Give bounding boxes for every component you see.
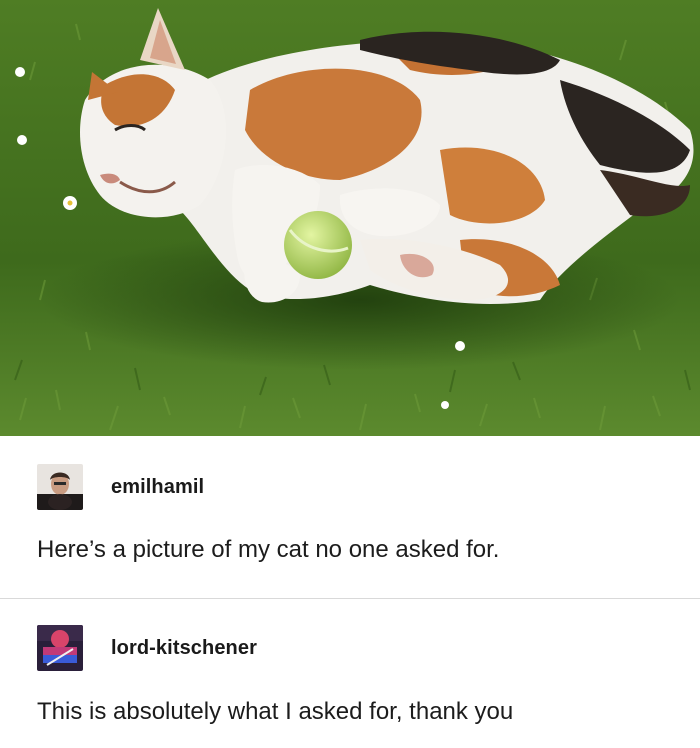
post-lord-kitschener: lord-kitschener This is absolutely what … (0, 599, 700, 748)
cartoon-avatar-icon[interactable] (37, 625, 83, 671)
cat-photo (0, 0, 700, 436)
post-author: emilhamil (37, 464, 204, 510)
username[interactable]: emilhamil (111, 476, 204, 499)
post-text: This is absolutely what I asked for, tha… (37, 698, 514, 725)
person-avatar-icon[interactable] (37, 464, 83, 510)
cat-photo-image (0, 0, 700, 436)
post-author: lord-kitschener (37, 625, 257, 671)
post-text: Here’s a picture of my cat no one asked … (37, 536, 500, 563)
post-emilhamil: emilhamil Here’s a picture of my cat no … (0, 436, 700, 598)
username[interactable]: lord-kitschener (111, 637, 257, 660)
